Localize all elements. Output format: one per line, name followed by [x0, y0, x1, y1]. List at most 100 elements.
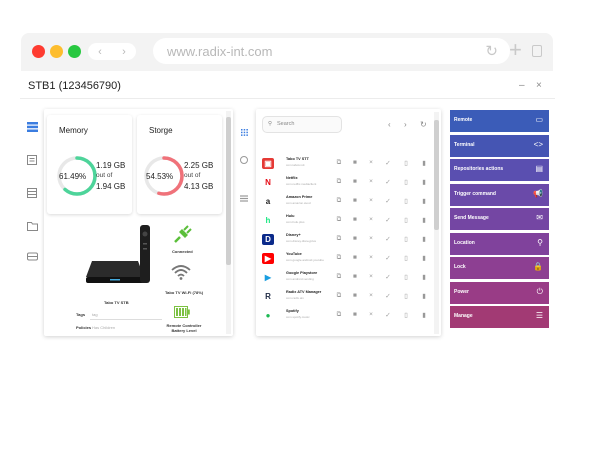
- open-app-icon[interactable]: ⧉: [334, 197, 344, 205]
- open-app-icon[interactable]: ⧉: [334, 235, 344, 243]
- uninstall-app-icon[interactable]: ×: [366, 216, 376, 223]
- uninstall-app-icon[interactable]: ×: [366, 197, 376, 204]
- app-package: com.radix.atv: [286, 296, 304, 300]
- scrollbar-thumb[interactable]: [226, 117, 231, 265]
- minimize-icon[interactable]: –: [519, 80, 525, 91]
- terminal-button[interactable]: Terminal <>: [450, 134, 549, 157]
- policies-value[interactable]: Has Children: [92, 325, 115, 330]
- stop-app-icon[interactable]: ■: [350, 311, 360, 318]
- location-button[interactable]: Location ⚲: [450, 232, 549, 255]
- new-tab-icon[interactable]: +: [509, 37, 522, 63]
- search-placeholder: Search: [277, 121, 295, 127]
- menu-icon[interactable]: [240, 189, 248, 207]
- stop-app-icon[interactable]: ■: [350, 178, 360, 185]
- uninstall-app-icon[interactable]: ×: [366, 159, 376, 166]
- power-icon: ⏻: [536, 286, 543, 296]
- delete-app-icon[interactable]: ▮: [419, 235, 429, 243]
- device-panel-scrollbar[interactable]: [226, 111, 231, 334]
- tabs-overview-icon[interactable]: [532, 45, 542, 57]
- enable-app-icon[interactable]: ✓: [383, 235, 393, 243]
- next-page-icon[interactable]: ›: [404, 120, 407, 129]
- clear-cache-app-icon[interactable]: ▯: [401, 254, 411, 262]
- open-app-icon[interactable]: ⧉: [334, 159, 344, 167]
- forward-icon[interactable]: ›: [122, 46, 126, 58]
- open-app-icon[interactable]: ⧉: [334, 254, 344, 262]
- stop-app-icon[interactable]: ■: [350, 159, 360, 166]
- clear-cache-app-icon[interactable]: ▯: [401, 311, 411, 319]
- action-label: Remote: [454, 117, 473, 123]
- delete-app-icon[interactable]: ▮: [419, 273, 429, 281]
- enable-app-icon[interactable]: ✓: [383, 311, 393, 319]
- scrollbar-thumb[interactable]: [434, 120, 439, 230]
- open-app-icon[interactable]: ⧉: [334, 311, 344, 319]
- dashboard-icon[interactable]: [27, 122, 38, 132]
- delete-app-icon[interactable]: ▮: [419, 197, 429, 205]
- enable-app-icon[interactable]: ✓: [383, 159, 393, 167]
- back-icon[interactable]: ‹: [98, 46, 102, 58]
- delete-app-icon[interactable]: ▮: [419, 254, 429, 262]
- delete-app-icon[interactable]: ▮: [419, 311, 429, 319]
- clear-cache-app-icon[interactable]: ▯: [401, 216, 411, 224]
- search-input[interactable]: ⚲ Search: [262, 116, 342, 133]
- close-icon[interactable]: ×: [536, 80, 542, 91]
- stop-app-icon[interactable]: ■: [350, 235, 360, 242]
- send-message-button[interactable]: Send Message ✉: [450, 208, 549, 230]
- apps-panel-scrollbar[interactable]: [434, 112, 439, 334]
- enable-app-icon[interactable]: ✓: [383, 216, 393, 224]
- folder-icon[interactable]: [27, 221, 38, 231]
- stop-app-icon[interactable]: ■: [350, 273, 360, 280]
- clear-cache-app-icon[interactable]: ▯: [401, 235, 411, 243]
- enable-app-icon[interactable]: ✓: [383, 254, 393, 262]
- stop-app-icon[interactable]: ■: [350, 254, 360, 261]
- uninstall-app-icon[interactable]: ×: [366, 178, 376, 185]
- battery-icon: [174, 306, 190, 318]
- clear-cache-app-icon[interactable]: ▯: [401, 159, 411, 167]
- minimize-window-dot[interactable]: [50, 45, 63, 58]
- enable-app-icon[interactable]: ✓: [383, 178, 393, 186]
- uninstall-app-icon[interactable]: ×: [366, 311, 376, 318]
- trigger-command-button[interactable]: Trigger command 📢: [450, 183, 549, 206]
- tags-value[interactable]: tag: [92, 312, 98, 317]
- circle-icon[interactable]: [240, 156, 248, 164]
- open-app-icon[interactable]: ⧉: [334, 216, 344, 224]
- grid-icon[interactable]: [27, 188, 38, 198]
- inbox-icon[interactable]: [27, 251, 38, 261]
- close-window-dot[interactable]: [32, 45, 45, 58]
- repositories-actions-button[interactable]: Repositories actions ▤: [450, 159, 549, 181]
- open-app-icon[interactable]: ⧉: [334, 273, 344, 281]
- power-button[interactable]: Power ⏻: [450, 281, 549, 304]
- uninstall-app-icon[interactable]: ×: [366, 235, 376, 242]
- stop-app-icon[interactable]: ■: [350, 292, 360, 299]
- reload-icon[interactable]: ↻: [485, 42, 498, 60]
- enable-app-icon[interactable]: ✓: [383, 292, 393, 300]
- apps-grid-icon[interactable]: [241, 123, 248, 141]
- enable-app-icon[interactable]: ✓: [383, 197, 393, 205]
- manage-button[interactable]: Manage ☰: [450, 306, 549, 328]
- lock-button[interactable]: Lock 🔒: [450, 257, 549, 279]
- list-icon[interactable]: [27, 155, 38, 165]
- delete-app-icon[interactable]: ▮: [419, 178, 429, 186]
- open-app-icon[interactable]: ⧉: [334, 292, 344, 300]
- address-bar[interactable]: www.radix-int.com ↻: [153, 38, 510, 64]
- uninstall-app-icon[interactable]: ×: [366, 292, 376, 299]
- app-logo-icon: ●: [262, 310, 274, 321]
- refresh-icon[interactable]: ↻: [420, 120, 427, 129]
- clear-cache-app-icon[interactable]: ▯: [401, 178, 411, 186]
- delete-app-icon[interactable]: ▮: [419, 159, 429, 167]
- stop-app-icon[interactable]: ■: [350, 216, 360, 223]
- clear-cache-app-icon[interactable]: ▯: [401, 292, 411, 300]
- maximize-window-dot[interactable]: [68, 45, 81, 58]
- remote-button[interactable]: Remote ▭: [450, 110, 549, 132]
- clear-cache-app-icon[interactable]: ▯: [401, 273, 411, 281]
- manage-icon: ☰: [535, 311, 543, 320]
- clear-cache-app-icon[interactable]: ▯: [401, 197, 411, 205]
- app-logo-icon: N: [262, 177, 274, 188]
- delete-app-icon[interactable]: ▮: [419, 292, 429, 300]
- prev-page-icon[interactable]: ‹: [388, 120, 391, 129]
- uninstall-app-icon[interactable]: ×: [366, 273, 376, 280]
- uninstall-app-icon[interactable]: ×: [366, 254, 376, 261]
- stop-app-icon[interactable]: ■: [350, 197, 360, 204]
- enable-app-icon[interactable]: ✓: [383, 273, 393, 281]
- delete-app-icon[interactable]: ▮: [419, 216, 429, 224]
- open-app-icon[interactable]: ⧉: [334, 178, 344, 186]
